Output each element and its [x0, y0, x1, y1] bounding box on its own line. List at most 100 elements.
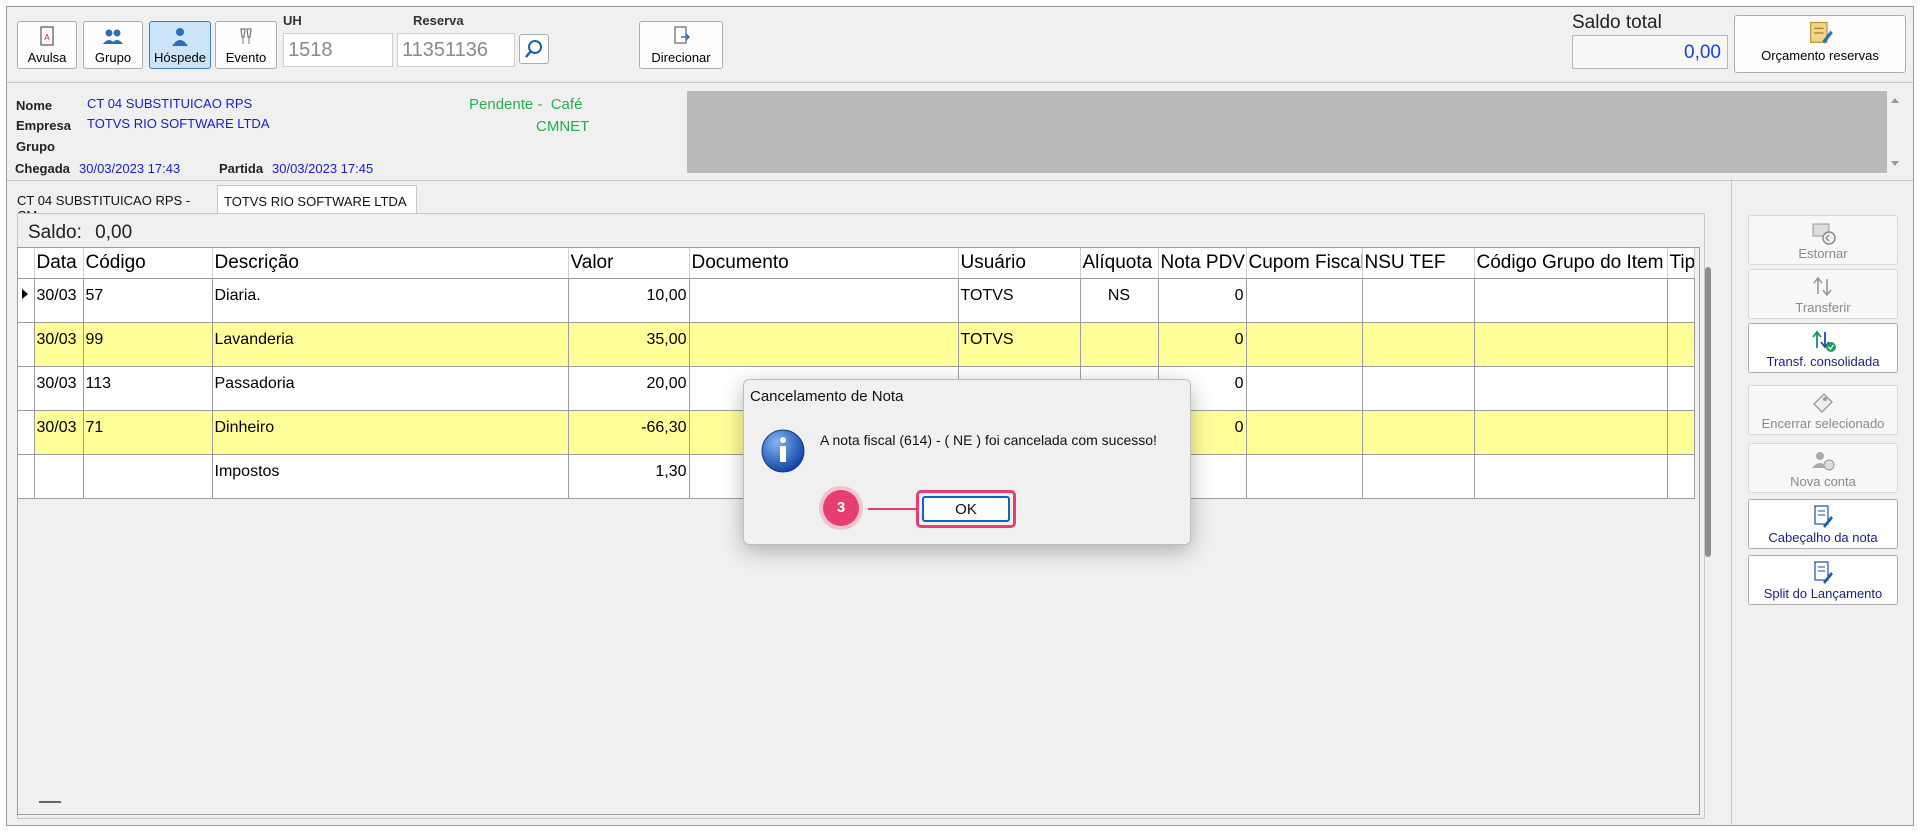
avulsa-label: Avulsa	[27, 50, 67, 65]
orcamento-reservas-button[interactable]: Orçamento reservas	[1734, 15, 1906, 73]
cell-valor: 1,30	[568, 454, 690, 499]
person-icon	[172, 28, 188, 46]
reserva-field[interactable]: 11351136	[397, 33, 515, 67]
nome-label: Nome	[16, 98, 53, 113]
saldo-total-label: Saldo total	[1572, 12, 1662, 33]
table-row[interactable]: 30/03 99 Lavanderia 35,00 TOTVS 0	[18, 322, 1695, 367]
col-header[interactable]: NSU TEF	[1362, 248, 1475, 279]
cabecalho-label: Cabeçalho da nota	[1768, 530, 1878, 545]
avulsa-button[interactable]: A Avulsa	[17, 21, 77, 69]
hospede-label: Hóspede	[153, 50, 207, 65]
cabecalho-nota-button[interactable]: Cabeçalho da nota	[1748, 499, 1898, 549]
evento-button[interactable]: Evento	[215, 21, 277, 69]
transfer-arrows-icon	[1813, 276, 1832, 297]
cell-codigo: 71	[83, 410, 213, 455]
partida-label: Partida	[219, 161, 264, 176]
grid-header-row: Data Código Descrição Valor Documento Us…	[18, 248, 1695, 279]
cell-descricao: Passadoria	[212, 366, 569, 411]
close-tag-icon	[1813, 393, 1833, 413]
indicator-header	[18, 248, 35, 279]
cell-codigo	[83, 454, 213, 499]
grid-horizontal-scrollbar[interactable]	[39, 801, 61, 803]
cell-data	[34, 454, 84, 499]
row-indicator	[18, 410, 35, 455]
col-header[interactable]: Descrição	[212, 248, 569, 279]
cell-descricao: Dinheiro	[212, 410, 569, 455]
col-header[interactable]: Alíquota	[1080, 248, 1159, 279]
scroll-arrows-icon	[1891, 98, 1899, 166]
cell-nsu	[1362, 278, 1475, 323]
chegada-value: 30/03/2023 17:43	[79, 161, 181, 176]
saldo-total-value: 0,00	[1572, 35, 1728, 69]
edit-document-icon	[1814, 505, 1833, 528]
cell-grupo-item	[1474, 278, 1668, 323]
split-lancamento-button[interactable]: Split do Lançamento	[1748, 555, 1898, 605]
transfer-check-icon	[1812, 330, 1836, 352]
grupo-info-label: Grupo	[16, 139, 55, 154]
tab-guest-account[interactable]: CT 04 SUBSTITUICAO RPS - CM	[11, 185, 217, 223]
empresa-label: Empresa	[16, 118, 71, 133]
ok-button[interactable]: OK	[922, 496, 1010, 522]
nova-conta-button[interactable]: Nova conta	[1748, 443, 1898, 493]
notes-scrollbar[interactable]	[1887, 91, 1903, 173]
step-connector	[868, 508, 918, 510]
col-header[interactable]: Tipo	[1667, 248, 1695, 279]
cell-nsu	[1362, 366, 1475, 411]
transferir-button[interactable]: Transferir	[1748, 269, 1898, 319]
cell-aliquota	[1080, 322, 1159, 367]
cell-nsu	[1362, 410, 1475, 455]
hospede-button[interactable]: Hóspede	[149, 21, 211, 69]
reserva-label: Reserva	[413, 13, 464, 28]
col-header[interactable]: Código	[83, 248, 213, 279]
info-icon	[761, 429, 805, 473]
split-document-icon	[1814, 561, 1833, 584]
cell-cupom	[1246, 454, 1363, 499]
col-header[interactable]: Código Grupo do Item	[1474, 248, 1668, 279]
row-indicator	[18, 454, 35, 499]
row-indicator	[18, 322, 35, 367]
budget-edit-icon	[1810, 21, 1833, 44]
evento-label: Evento	[225, 50, 267, 65]
uh-field[interactable]: 1518	[283, 33, 393, 67]
step-badge: 3	[823, 490, 859, 526]
cell-descricao: Diaria.	[212, 278, 569, 323]
cell-documento	[689, 322, 959, 367]
encerrar-label: Encerrar selecionado	[1761, 416, 1885, 431]
tab-company-account[interactable]: TOTVS RIO SOFTWARE LTDA	[217, 185, 417, 215]
cell-nota-pdv: 0	[1158, 322, 1247, 367]
cell-data: 30/03	[34, 278, 84, 323]
transf-consolidada-button[interactable]: Transf. consolidada	[1748, 323, 1898, 373]
col-header[interactable]: Data	[34, 248, 84, 279]
grid-vertical-scrollbar[interactable]	[1705, 267, 1711, 557]
table-row[interactable]: 30/03 57 Diaria. 10,00 TOTVS NS 0	[18, 278, 1695, 323]
dialog-message: A nota fiscal (614) - ( NE ) foi cancela…	[820, 432, 1157, 448]
cell-nsu	[1362, 322, 1475, 367]
col-header[interactable]: Nota PDV	[1158, 248, 1247, 279]
uh-label: UH	[283, 13, 302, 28]
cell-grupo-item	[1474, 366, 1668, 411]
cell-codigo: 99	[83, 322, 213, 367]
empresa-value: TOTVS RIO SOFTWARE LTDA	[87, 116, 270, 131]
col-header[interactable]: Cupom Fiscal	[1246, 248, 1363, 279]
cancelamento-dialog: Cancelamento de Nota A nota fiscal (614)…	[743, 379, 1191, 545]
cell-tipo	[1667, 322, 1695, 367]
search-button[interactable]	[519, 34, 549, 64]
encerrar-selecionado-button[interactable]: Encerrar selecionado	[1748, 385, 1898, 435]
cmnet-text: CMNET	[536, 118, 590, 135]
cell-documento	[689, 278, 959, 323]
cell-valor: -66,30	[568, 410, 690, 455]
chegada-label: Chegada	[15, 161, 70, 176]
col-header[interactable]: Valor	[568, 248, 690, 279]
cell-grupo-item	[1474, 410, 1668, 455]
estornar-button[interactable]: Estornar	[1748, 215, 1898, 265]
col-header[interactable]: Usuário	[958, 248, 1081, 279]
direcionar-button[interactable]: Direcionar	[639, 21, 723, 69]
status-text: Pendente - Café	[469, 96, 583, 113]
row-indicator	[18, 366, 35, 411]
transf-consolidada-label: Transf. consolidada	[1766, 354, 1880, 369]
split-label: Split do Lançamento	[1763, 586, 1883, 601]
grupo-button[interactable]: Grupo	[83, 21, 143, 69]
cell-usuario: TOTVS	[958, 278, 1081, 323]
cell-cupom	[1246, 278, 1363, 323]
col-header[interactable]: Documento	[689, 248, 959, 279]
